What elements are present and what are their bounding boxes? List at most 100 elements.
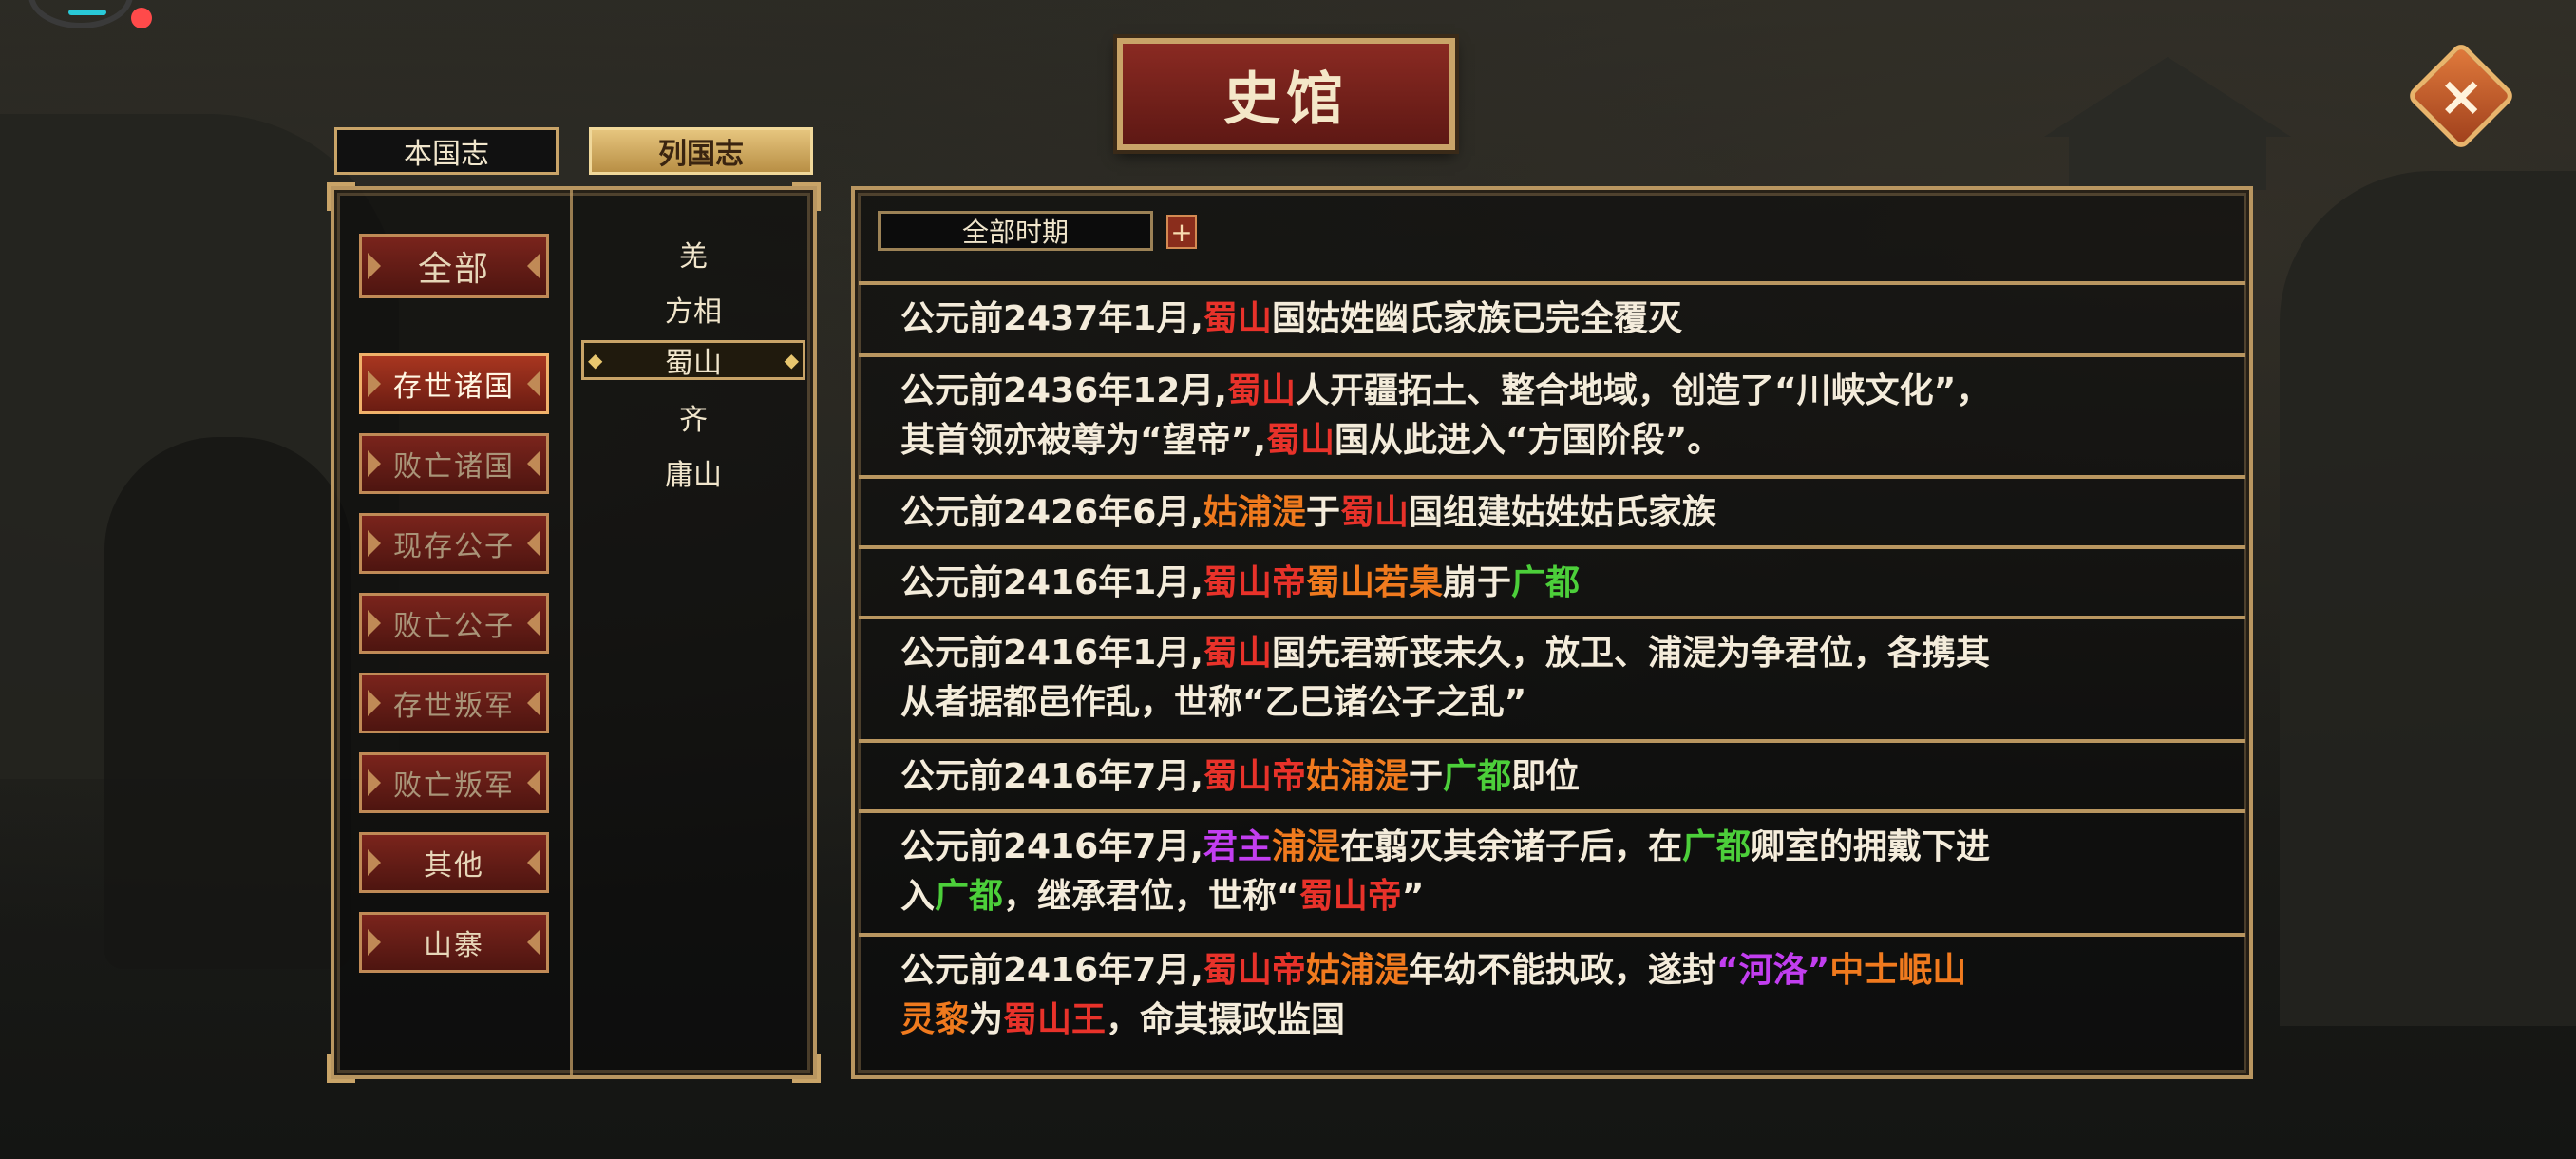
entry-text-segment: 蜀山 xyxy=(1266,421,1335,460)
entry-text-segment: 卿室的拥戴下进 xyxy=(1750,827,1990,866)
history-entry: 公元前2416年7月,蜀山帝姑浦湜于广都即位 xyxy=(859,739,2245,809)
entry-text-segment: 广都 xyxy=(1442,757,1511,796)
entry-text-segment: 国先君新丧未久，放卫、浦湜为争君位，各携其 xyxy=(1271,634,1990,673)
notification-dot-icon xyxy=(131,8,152,28)
background-temple xyxy=(2044,57,2291,190)
entry-line: 公元前2416年1月,蜀山国先君新丧未久，放卫、浦湜为争君位，各携其 xyxy=(900,629,2204,678)
entry-text-segment: 人开疆拓土、整合地域，创造了“川峡文化”， xyxy=(1296,371,1991,410)
history-entry: 公元前2416年7月,君主浦湜在翦灭其余诸子后，在广都卿室的拥戴下进 入广都，继承… xyxy=(859,809,2245,933)
entry-text-segment: 蜀山 xyxy=(1203,634,1272,673)
background-cliff-right xyxy=(2280,171,2576,1026)
entry-text-segment: 国组建姑姓姑氏家族 xyxy=(1408,493,1716,532)
close-button[interactable]: × xyxy=(2406,41,2516,151)
category-bandit-camps[interactable]: 山寨 xyxy=(359,912,549,973)
entry-text-segment: 蜀山王 xyxy=(1003,1000,1107,1039)
nation-item[interactable]: 方相 xyxy=(581,289,805,329)
entry-text-segment: 蜀山 xyxy=(1339,493,1409,532)
entry-text-segment: 国从此进入“方国阶段”。 xyxy=(1335,421,1722,460)
entry-text-segment: ，命其摄政监国 xyxy=(1106,1000,1346,1039)
entry-text-segment: 姑浦湜 xyxy=(1305,757,1409,796)
category-other[interactable]: 其他 xyxy=(359,832,549,893)
entry-line: 公元前2416年7月,蜀山帝姑浦湜于广都即位 xyxy=(900,752,2204,802)
category-all-button[interactable]: 全部 xyxy=(359,234,549,298)
entry-text-segment: 公元前2426年6月, xyxy=(900,493,1203,532)
nation-item[interactable]: 庸山 xyxy=(581,452,805,492)
history-entry: 公元前2416年1月,蜀山帝蜀山若臬崩于广都 xyxy=(859,545,2245,616)
panel-divider xyxy=(570,190,573,1075)
corner-ornament xyxy=(327,182,355,211)
entry-line: 其首领亦被尊为“望帝”,蜀山国从此进入“方国阶段”。 xyxy=(900,416,2204,466)
status-indicator-icon xyxy=(68,10,106,15)
entry-text-segment: 姑浦湜 xyxy=(1305,951,1409,990)
history-entry: 公元前2416年1月,蜀山国先君新丧未久，放卫、浦湜为争君位，各携其从者据都邑作… xyxy=(859,616,2245,739)
tab-lieguo[interactable]: 列国志 xyxy=(589,127,813,175)
tab-benguo[interactable]: 本国志 xyxy=(334,127,559,175)
entry-text-segment: 君主 xyxy=(1203,827,1272,866)
background-figure xyxy=(104,437,351,969)
entry-text-segment: 蜀山帝 xyxy=(1298,877,1402,916)
history-entry: 公元前2437年1月,蜀山国姑姓幽氏家族已完全覆灭 xyxy=(859,281,2245,353)
nation-item[interactable]: 齐 xyxy=(581,397,805,437)
entry-text-segment: 为 xyxy=(969,1000,1004,1039)
filter-panel: 全部 存世诸国 败亡诸国 现存公子 败亡公子 存世叛军 败亡叛军 其他 山寨 羌… xyxy=(327,182,821,1083)
period-expand-button[interactable]: + xyxy=(1166,215,1197,249)
entry-text-segment: 入 xyxy=(900,877,936,916)
entry-text-segment: 从者据都邑作乱，世称“乙巳诸公子之乱” xyxy=(900,683,1527,722)
nation-item[interactable]: 羌 xyxy=(581,234,805,274)
entry-text-segment: 公元前2416年7月, xyxy=(900,827,1203,866)
entry-text-segment: 蜀山 xyxy=(1226,371,1296,410)
entry-text-segment: 蜀山若臬 xyxy=(1305,563,1443,602)
history-entry: 公元前2416年7月,蜀山帝姑浦湜年幼不能执政，遂封“河洛”中士岷山 灵黎为蜀山王… xyxy=(859,933,2245,1075)
entry-text-segment: 于 xyxy=(1408,757,1443,796)
category-fallen-princes[interactable]: 败亡公子 xyxy=(359,593,549,654)
entry-line: 公元前2416年1月,蜀山帝蜀山若臬崩于广都 xyxy=(900,559,2204,608)
entry-line: 公元前2416年7月,蜀山帝姑浦湜年幼不能执政，遂封“河洛”中士岷山 xyxy=(900,946,2204,996)
category-existing-states[interactable]: 存世诸国 xyxy=(359,353,549,414)
period-select[interactable]: 全部时期 xyxy=(878,211,1153,251)
entry-text-segment: 广都 xyxy=(1510,563,1580,602)
category-existing-rebels[interactable]: 存世叛军 xyxy=(359,673,549,733)
entry-text-segment: 广都 xyxy=(935,877,1004,916)
nation-item-selected[interactable]: 蜀山 xyxy=(581,340,805,380)
category-fallen-rebels[interactable]: 败亡叛军 xyxy=(359,752,549,813)
entry-text-segment: 其首领亦被尊为“望帝”, xyxy=(900,421,1266,460)
entry-text-segment: 公元前2416年7月, xyxy=(900,757,1203,796)
entry-text-segment: 浦湜 xyxy=(1271,827,1340,866)
entry-text-segment: 在翦灭其余诸子后，在 xyxy=(1339,827,1682,866)
entry-text-segment: 蜀山帝 xyxy=(1203,951,1306,990)
entry-line: 入广都，继承君位，世称“蜀山帝” xyxy=(900,872,2204,922)
entry-text-segment: 公元前2416年1月, xyxy=(900,634,1203,673)
history-panel: 全部时期 + 公元前2437年1月,蜀山国姑姓幽氏家族已完全覆灭 公元前2436… xyxy=(851,186,2253,1079)
entry-text-segment: 公元前2416年1月, xyxy=(900,563,1203,602)
entry-text-segment: 灵黎 xyxy=(900,1000,970,1039)
nation-list: 羌 方相 蜀山 齐 庸山 xyxy=(574,190,813,1075)
entry-text-segment: 公元前2437年1月, xyxy=(900,299,1203,338)
entry-text-segment: 公元前2416年7月, xyxy=(900,951,1203,990)
corner-ornament xyxy=(2228,190,2249,211)
entry-text-segment: 蜀山帝 xyxy=(1203,563,1306,602)
entry-line: 公元前2437年1月,蜀山国姑姓幽氏家族已完全覆灭 xyxy=(900,294,2204,344)
entry-text-segment: 崩于 xyxy=(1442,563,1511,602)
entry-text-segment: ” xyxy=(1401,877,1425,916)
entry-text-segment: 年幼不能执政，遂封 xyxy=(1408,951,1716,990)
entry-text-segment: 于 xyxy=(1305,493,1340,532)
entry-text-segment: 即位 xyxy=(1510,757,1580,796)
category-existing-princes[interactable]: 现存公子 xyxy=(359,513,549,574)
entry-line: 从者据都邑作乱，世称“乙巳诸公子之乱” xyxy=(900,678,2204,728)
entry-text-segment: 蜀山帝 xyxy=(1203,757,1306,796)
entry-line: 灵黎为蜀山王，命其摄政监国 xyxy=(900,996,2204,1045)
corner-ornament xyxy=(327,1054,355,1083)
corner-ornament xyxy=(855,190,876,211)
history-entry: 公元前2436年12月,蜀山人开疆拓土、整合地域，创造了“川峡文化”， 其首领亦被… xyxy=(859,353,2245,475)
entry-text-segment: ，继承君位，世称“ xyxy=(1003,877,1299,916)
entry-text-segment: 蜀山 xyxy=(1203,299,1272,338)
category-fallen-states[interactable]: 败亡诸国 xyxy=(359,433,549,494)
entry-text-segment: 广都 xyxy=(1681,827,1751,866)
entry-text-segment: “河洛” xyxy=(1715,951,1830,990)
page-title: 史馆 xyxy=(1223,66,1349,133)
history-list[interactable]: 公元前2437年1月,蜀山国姑姓幽氏家族已完全覆灭 公元前2436年12月,蜀山… xyxy=(859,268,2245,1072)
page-title-plaque: 史馆 xyxy=(1117,38,1455,150)
entry-line: 公元前2426年6月,姑浦湜于蜀山国组建姑姓姑氏家族 xyxy=(900,488,2204,538)
entry-text-segment: 公元前2436年12月, xyxy=(900,371,1227,410)
entry-text-segment: 国姑姓幽氏家族已完全覆灭 xyxy=(1271,299,1682,338)
